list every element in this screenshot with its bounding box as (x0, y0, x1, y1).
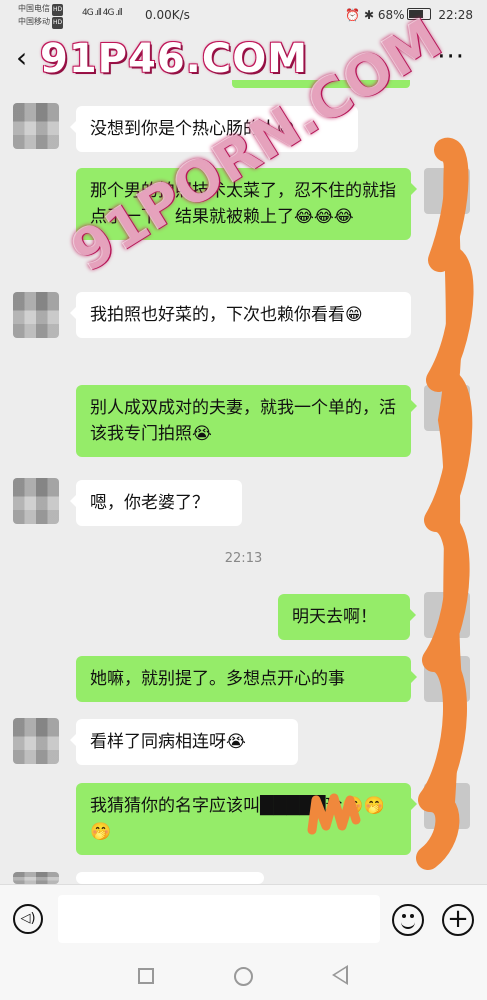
message-bubble[interactable]: 明天去啊！ (278, 594, 416, 640)
avatar[interactable] (424, 656, 470, 702)
message-bubble[interactable]: 没想到你是个热心肠的人😁 (70, 106, 358, 152)
site-watermark: 91P46.COM (40, 36, 309, 82)
message-bubble[interactable]: 那个男的拍照技术太菜了，忍不住的就指点了一下，结果就被赖上了😂😂😂 (76, 168, 417, 240)
avatar[interactable] (424, 385, 470, 431)
add-icon[interactable]: + (442, 904, 474, 936)
input-bar: ◁) + (0, 884, 487, 955)
message-bubble[interactable]: 别人成双成对的夫妻，就我一个单的，活该我专门拍照😭 (76, 385, 417, 457)
message-bubble[interactable]: 看样了同病相连呀😭 (70, 719, 298, 765)
avatar[interactable] (13, 872, 59, 884)
system-nav-bar (0, 954, 487, 1000)
home-icon[interactable] (234, 967, 253, 986)
message-input[interactable] (58, 895, 380, 943)
hd-badge: HD (52, 4, 64, 16)
partial-bubble-top (232, 80, 410, 88)
net-speed: 0.00K/s (145, 8, 190, 22)
bluetooth-icon: ✱ (364, 8, 375, 22)
more-dots-icon[interactable]: ··· (437, 44, 465, 70)
avatar[interactable] (424, 592, 470, 638)
carrier-info: 中国电信 HD 中国移动 HD (18, 3, 64, 29)
battery-icon (406, 8, 431, 20)
alarm-icon: ⏰ (345, 8, 361, 22)
message-bubble[interactable]: 嗯，你老婆了？ (70, 480, 242, 526)
avatar[interactable] (13, 478, 59, 524)
status-right: ⏰ ✱ 68% 22:28 (345, 8, 473, 22)
avatar[interactable] (13, 718, 59, 764)
status-bar: 中国电信 HD 中国移动 HD 4G .ıll 4G .ıll 0.00K/s ⏰ … (0, 0, 487, 30)
timestamp: 22:13 (224, 551, 263, 566)
voice-icon[interactable]: ◁) (13, 904, 43, 934)
avatar[interactable] (424, 783, 470, 829)
nav-bar: ‹ 91P46.COM ··· (0, 30, 487, 86)
battery-percent: 68% (377, 8, 405, 22)
recent-apps-icon[interactable] (138, 968, 154, 984)
message-bubble[interactable]: 我猜猜你的名字应该叫█████玲🤭🤭🤭 (76, 783, 417, 855)
carrier-2: 中国移动 (18, 17, 50, 26)
signal-icon: 4G .ıll 4G .ıll (82, 8, 123, 18)
message-bubble[interactable]: 她嘛，就别提了。多想点开心的事 (76, 656, 417, 702)
avatar[interactable] (13, 103, 59, 149)
hd-badge: HD (52, 17, 64, 29)
clock: 22:28 (438, 8, 473, 22)
back-icon[interactable] (332, 965, 348, 985)
avatar[interactable] (424, 168, 470, 214)
emoji-icon[interactable] (392, 904, 424, 936)
partial-message-bubble[interactable] (70, 872, 264, 899)
chevron-left-icon[interactable]: ‹ (16, 44, 40, 74)
message-bubble[interactable]: 我拍照也好菜的，下次也赖你看看😁 (70, 292, 411, 338)
carrier-1: 中国电信 (18, 4, 50, 13)
avatar[interactable] (13, 292, 59, 338)
